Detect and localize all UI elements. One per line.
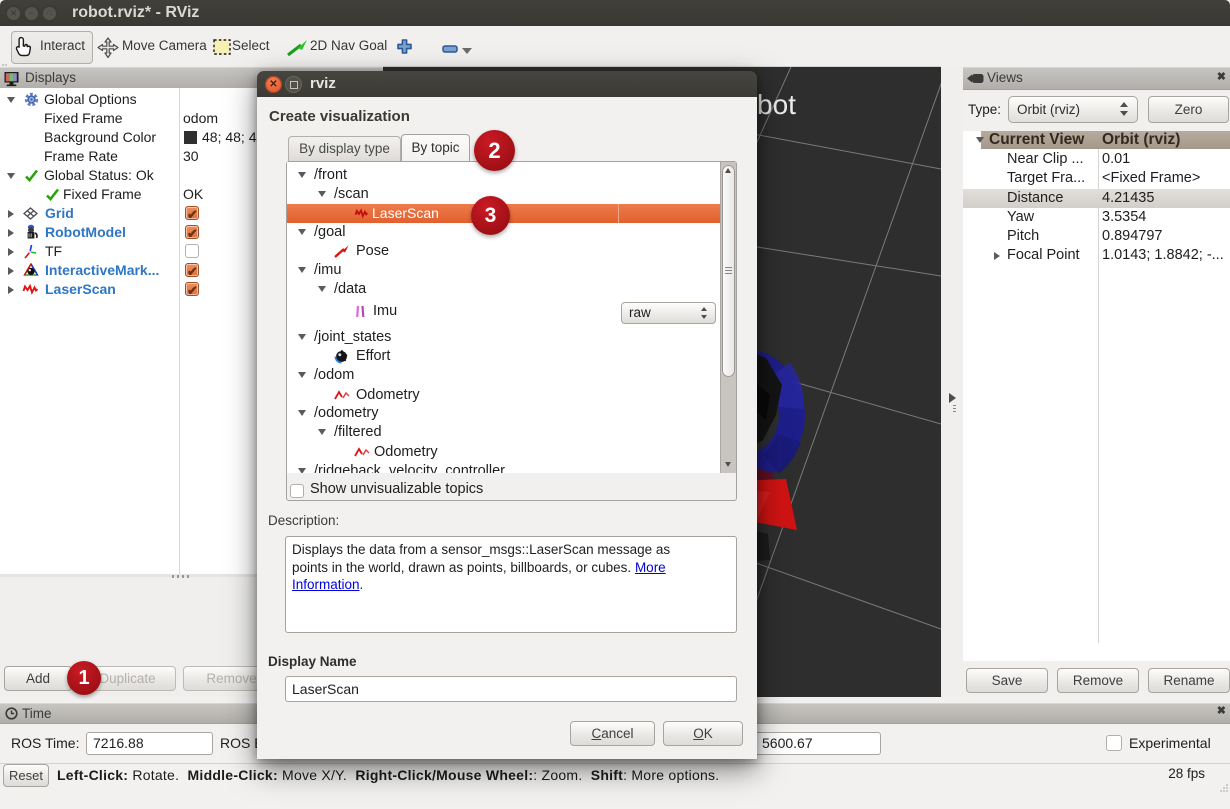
svg-text:bot: bot — [757, 89, 796, 120]
